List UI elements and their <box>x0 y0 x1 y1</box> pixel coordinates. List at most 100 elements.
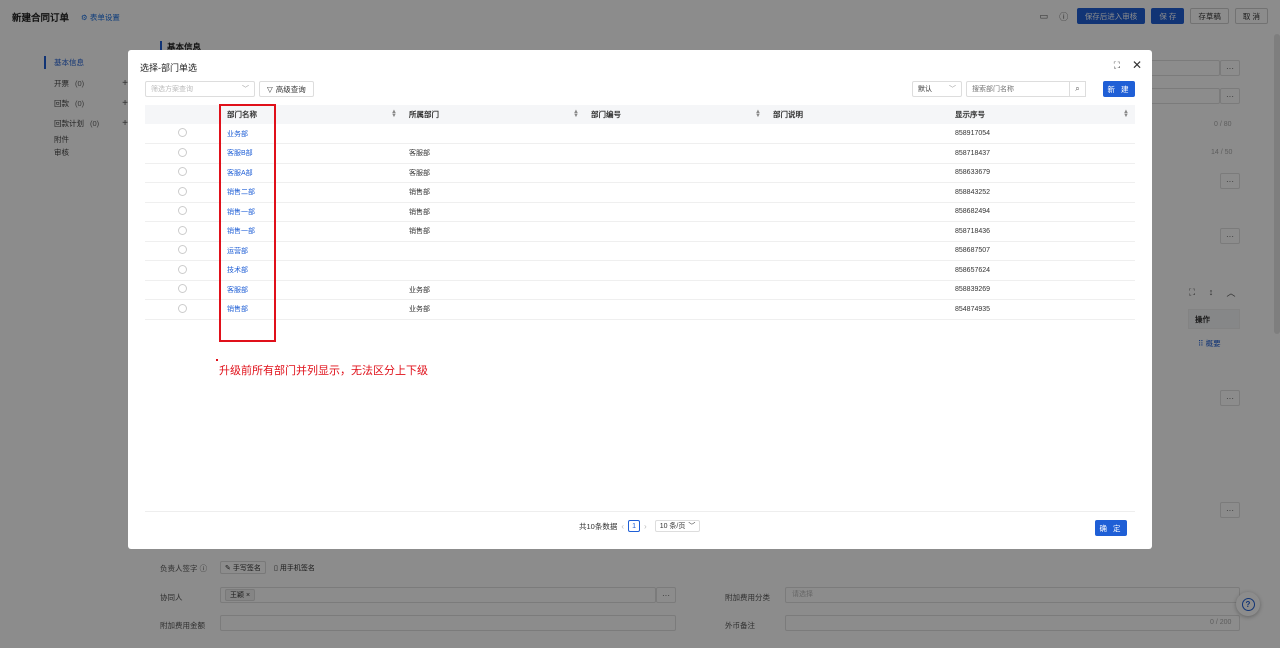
sort-icon[interactable]: ▲ ▼ <box>1123 109 1129 119</box>
radio-button[interactable] <box>178 284 187 294</box>
page-size-value: 10 条/页 <box>659 523 686 530</box>
chevron-down-icon: ﹀ <box>949 86 956 93</box>
column-header-label: 所属部门 <box>409 110 439 119</box>
seq-cell: 858633679 <box>949 163 1135 183</box>
radio-button[interactable] <box>178 303 187 313</box>
radio-button[interactable] <box>178 225 187 235</box>
dept-desc-cell <box>767 299 949 320</box>
radio-cell[interactable] <box>145 221 221 242</box>
table-row[interactable]: 客服A部 客服部 858633679 <box>145 163 1135 183</box>
fullscreen-icon[interactable]: ⛶ <box>1114 60 1120 71</box>
seq-cell: 858657624 <box>949 260 1135 281</box>
dept-desc-cell <box>767 260 949 281</box>
sort-icon[interactable]: ▲ ▼ <box>755 109 761 119</box>
seq-cell: 858718436 <box>949 221 1135 242</box>
parent-dept-cell <box>403 241 585 261</box>
column-header-label: 部门说明 <box>773 110 803 119</box>
dept-desc-cell <box>767 182 949 203</box>
annotation-note: 升级前所有部门并列显示，无法区分上下级 <box>219 364 428 377</box>
table-row[interactable]: 业务部 858917054 <box>145 124 1135 144</box>
dept-desc-cell <box>767 124 949 144</box>
modal-title: 选择-部门单选 <box>140 63 197 73</box>
dept-desc-cell <box>767 163 949 183</box>
confirm-button[interactable]: 确 定 <box>1095 520 1127 536</box>
sort-icon[interactable]: ▲ ▼ <box>573 109 579 119</box>
parent-dept-cell <box>403 260 585 281</box>
advanced-query-button[interactable]: ▽ 高级查询 <box>259 81 314 97</box>
radio-button[interactable] <box>178 264 187 274</box>
total-count: 共10条数据 <box>579 521 618 531</box>
column-header-parent-dept[interactable]: 所属部门 ▲ ▼ <box>403 105 585 124</box>
column-header-dept-code[interactable]: 部门编号 ▲ ▼ <box>585 105 767 124</box>
search-field-value: 默认 <box>918 86 932 93</box>
page-size-select[interactable]: 10 条/页 ﹀ <box>654 520 701 532</box>
parent-dept-cell: 客服部 <box>403 143 585 164</box>
dept-code-cell <box>585 143 767 164</box>
parent-dept-cell: 业务部 <box>403 280 585 300</box>
radio-button[interactable] <box>178 245 187 255</box>
radio-button[interactable] <box>178 186 187 196</box>
dept-code-cell <box>585 182 767 203</box>
radio-cell[interactable] <box>145 280 221 300</box>
dept-desc-cell <box>767 143 949 164</box>
chevron-left-icon[interactable]: ‹ <box>621 522 624 531</box>
radio-button[interactable] <box>178 206 187 216</box>
department-table: 部门名称 ▲ ▼ 所属部门 ▲ ▼ 部门编号 ▲ ▼ 部门说明 显示序号 ▲ ▼ 业务部 8589… <box>145 105 1135 320</box>
sort-icon[interactable]: ▲ ▼ <box>391 109 397 119</box>
dept-code-cell <box>585 163 767 183</box>
search-icon[interactable]: ⌕ <box>1069 81 1086 97</box>
parent-dept-cell: 销售部 <box>403 221 585 242</box>
parent-dept-cell <box>403 124 585 144</box>
seq-cell: 858843252 <box>949 182 1135 203</box>
radio-cell[interactable] <box>145 299 221 320</box>
chevron-right-icon[interactable]: › <box>644 522 647 531</box>
seq-cell: 858682494 <box>949 202 1135 222</box>
radio-cell[interactable] <box>145 241 221 261</box>
new-department-button[interactable]: 新 建 <box>1103 81 1135 97</box>
radio-cell[interactable] <box>145 260 221 281</box>
dept-code-cell <box>585 280 767 300</box>
radio-button[interactable] <box>178 128 187 137</box>
table-row[interactable]: 技术部 858657624 <box>145 260 1135 281</box>
radio-button[interactable] <box>178 147 187 157</box>
column-header-label: 显示序号 <box>955 110 985 119</box>
table-row[interactable]: 客服B部 客服部 858718437 <box>145 143 1135 164</box>
footer-divider <box>145 511 1135 512</box>
table-row[interactable]: 销售部 业务部 854874935 <box>145 299 1135 320</box>
filter-scheme-select[interactable]: 筛选方案查询 ﹀ <box>145 81 255 97</box>
radio-cell[interactable] <box>145 143 221 164</box>
seq-cell: 858839269 <box>949 280 1135 300</box>
pagination: 共10条数据 ‹ 1 › 10 条/页 ﹀ <box>579 520 701 532</box>
dept-code-cell <box>585 299 767 320</box>
filter-icon: ▽ <box>267 84 273 94</box>
seq-cell: 854874935 <box>949 299 1135 320</box>
column-header-label: 部门编号 <box>591 110 621 119</box>
dept-code-cell <box>585 221 767 242</box>
radio-cell[interactable] <box>145 163 221 183</box>
seq-cell: 858687507 <box>949 241 1135 261</box>
department-select-modal: 选择-部门单选 ⛶ ✕ 筛选方案查询 ﹀ ▽ 高级查询 默认 ﹀ ⌕ 新 建 部… <box>128 50 1152 549</box>
table-row[interactable]: 运营部 858687507 <box>145 241 1135 261</box>
radio-cell[interactable] <box>145 202 221 222</box>
dept-desc-cell <box>767 221 949 242</box>
advanced-query-label: 高级查询 <box>275 84 306 94</box>
table-row[interactable]: 销售一部 销售部 858718436 <box>145 221 1135 242</box>
table-row[interactable]: 销售二部 销售部 858843252 <box>145 182 1135 203</box>
table-row[interactable]: 销售一部 销售部 858682494 <box>145 202 1135 222</box>
search-field-select[interactable]: 默认 ﹀ <box>912 81 962 97</box>
filter-scheme-placeholder: 筛选方案查询 <box>151 86 193 93</box>
chevron-down-icon: ﹀ <box>242 86 249 93</box>
table-header-row: 部门名称 ▲ ▼ 所属部门 ▲ ▼ 部门编号 ▲ ▼ 部门说明 显示序号 ▲ ▼ <box>145 105 1135 124</box>
column-header-seq[interactable]: 显示序号 ▲ ▼ <box>949 105 1135 124</box>
dept-desc-cell <box>767 280 949 300</box>
department-search-input[interactable] <box>966 81 1086 97</box>
radio-cell[interactable] <box>145 182 221 203</box>
table-row[interactable]: 客服部 业务部 858839269 <box>145 280 1135 300</box>
radio-button[interactable] <box>178 167 187 177</box>
parent-dept-cell: 销售部 <box>403 182 585 203</box>
page-number-button[interactable]: 1 <box>628 520 641 532</box>
close-icon[interactable]: ✕ <box>1132 58 1142 72</box>
chevron-down-icon: ﹀ <box>688 523 696 530</box>
annotation-dot <box>216 359 218 361</box>
radio-cell[interactable] <box>145 124 221 144</box>
